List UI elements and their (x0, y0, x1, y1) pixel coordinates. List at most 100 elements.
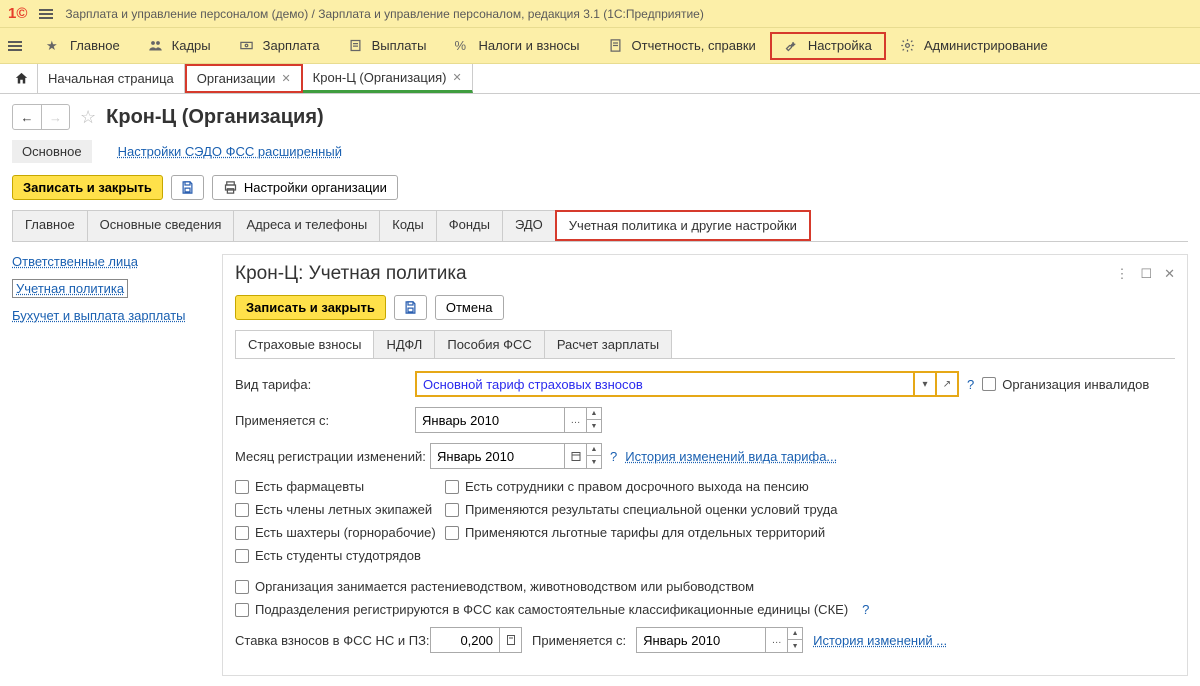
favorite-star-icon[interactable]: ☆ (80, 107, 96, 128)
home-icon[interactable] (6, 64, 37, 93)
dtab-fondy[interactable]: Фонды (436, 210, 503, 241)
calc-icon[interactable] (500, 627, 522, 653)
ptab-salary[interactable]: Расчет зарплаты (544, 330, 672, 358)
cb-students[interactable] (235, 549, 249, 563)
panel-toolbar: Записать и закрыть Отмена (223, 289, 1187, 330)
dropdown-icon[interactable]: ▾ (915, 371, 937, 397)
apply-from-combo: … ▲▼ (415, 407, 602, 433)
help-icon[interactable]: ? (610, 449, 617, 464)
forward-button[interactable]: → (41, 105, 69, 129)
reg-month-combo: ▲▼ (430, 443, 602, 469)
dtab-main[interactable]: Главное (12, 210, 88, 241)
policy-tabs: Страховые взносы НДФЛ Пособия ФСС Расчет… (235, 330, 1175, 359)
org-settings-button[interactable]: Настройки организации (212, 175, 398, 200)
dtab-osnovnye[interactable]: Основные сведения (87, 210, 235, 241)
rate-apply-input[interactable] (636, 627, 766, 653)
tab-label: Крон-Ц (Организация) (313, 70, 447, 85)
cb-agriculture[interactable] (235, 580, 249, 594)
report-icon (608, 38, 624, 54)
label-cb: Подразделения регистрируются в ФСС как с… (255, 602, 848, 617)
tariff-input[interactable] (415, 371, 915, 397)
history-tariff-link[interactable]: История изменений вида тарифа... (625, 449, 837, 464)
ptab-ndfl[interactable]: НДФЛ (373, 330, 435, 358)
menu-item-kadry[interactable]: Кадры (134, 32, 225, 60)
close-icon[interactable]: ✕ (1164, 266, 1175, 282)
panel-save-button[interactable] (394, 295, 427, 320)
menu-item-admin[interactable]: Администрирование (886, 32, 1062, 60)
spinner[interactable]: ▲▼ (587, 443, 602, 469)
menu-hamburger-icon[interactable] (8, 41, 22, 51)
form-area: Вид тарифа: ▾ ↗ ? Организация инвалидов … (223, 359, 1187, 675)
ptab-insurance[interactable]: Страховые взносы (235, 330, 374, 358)
cb-pension[interactable] (445, 480, 459, 494)
tab-organizations[interactable]: Организации ✕ (185, 64, 303, 93)
label-cb: Есть шахтеры (горнорабочие) (255, 525, 436, 540)
calendar-icon[interactable] (565, 443, 587, 469)
menu-item-zarplata[interactable]: Зарплата (225, 32, 334, 60)
help-icon[interactable]: ? (967, 377, 974, 392)
panel-cancel-button[interactable]: Отмена (435, 295, 504, 320)
gear-icon (900, 38, 916, 54)
save-close-button[interactable]: Записать и закрыть (12, 175, 163, 200)
apply-from-input[interactable] (415, 407, 565, 433)
sidebar-link-buhuchet[interactable]: Бухучет и выплата зарплаты (12, 308, 212, 323)
menu-item-nalogi[interactable]: % Налоги и взносы (440, 32, 593, 60)
panel-window-controls: ⋮ ☐ ✕ (1115, 266, 1175, 282)
logo-1c-icon: 1© (8, 5, 27, 22)
rate-combo (430, 627, 522, 653)
label-reg-month: Месяц регистрации изменений: (235, 449, 430, 464)
section-sedo-link[interactable]: Настройки СЭДО ФСС расширенный (108, 140, 352, 163)
cb-miners[interactable] (235, 526, 249, 540)
sidebar-link-responsible[interactable]: Ответственные лица (12, 254, 212, 269)
menu-item-main[interactable]: ★ Главное (32, 32, 134, 60)
spinner[interactable]: ▲▼ (587, 407, 602, 433)
maximize-icon[interactable]: ☐ (1140, 266, 1152, 282)
ptab-fss[interactable]: Пособия ФСС (434, 330, 544, 358)
dtab-policy[interactable]: Учетная политика и другие настройки (555, 210, 811, 241)
app-title: Зарплата и управление персоналом (демо) … (65, 7, 703, 21)
floppy-icon (180, 180, 195, 195)
sidebar-link-policy[interactable]: Учетная политика (12, 279, 128, 298)
rate-input[interactable] (430, 627, 500, 653)
label-rate-apply: Применяется с: (532, 633, 626, 648)
section-switch: Основное Настройки СЭДО ФСС расширенный (12, 140, 1188, 163)
dtab-edo[interactable]: ЭДО (502, 210, 556, 241)
tab-start-page[interactable]: Начальная страница (37, 64, 185, 93)
dtab-address[interactable]: Адреса и телефоны (233, 210, 380, 241)
cb-lgot[interactable] (445, 526, 459, 540)
close-icon[interactable]: ✕ (281, 72, 290, 85)
cb-pharm[interactable] (235, 480, 249, 494)
menu-label: Настройка (808, 38, 872, 53)
reg-month-input[interactable] (430, 443, 565, 469)
close-icon[interactable]: ✕ (453, 71, 462, 84)
cb-flight[interactable] (235, 503, 249, 517)
picker-icon[interactable]: … (766, 627, 788, 653)
money-icon (239, 38, 255, 54)
back-button[interactable]: ← (13, 105, 41, 129)
section-main[interactable]: Основное (12, 140, 92, 163)
save-button[interactable] (171, 175, 204, 200)
more-icon[interactable]: ⋮ (1115, 266, 1128, 282)
menu-item-vyplaty[interactable]: Выплаты (334, 32, 441, 60)
menu-label: Налоги и взносы (478, 38, 579, 53)
main-hamburger-icon[interactable] (39, 9, 53, 19)
history-changes-link[interactable]: История изменений ... (813, 633, 947, 648)
spinner[interactable]: ▲▼ (788, 627, 803, 653)
people-icon (148, 38, 164, 54)
dtab-kody[interactable]: Коды (379, 210, 436, 241)
picker-icon[interactable]: … (565, 407, 587, 433)
org-invalid-checkbox[interactable] (982, 377, 996, 391)
menu-item-otchetnost[interactable]: Отчетность, справки (594, 32, 770, 60)
cb-subdiv-fss[interactable] (235, 603, 249, 617)
panel-save-close-button[interactable]: Записать и закрыть (235, 295, 386, 320)
tab-kron-org[interactable]: Крон-Ц (Организация) ✕ (303, 64, 473, 93)
help-icon[interactable]: ? (862, 602, 869, 617)
cb-spec-eval[interactable] (445, 503, 459, 517)
print-icon (223, 180, 238, 195)
payments-icon (348, 38, 364, 54)
tariff-combo: ▾ ↗ (415, 371, 959, 397)
page-toolbar: Записать и закрыть Настройки организации (12, 175, 1188, 200)
open-ref-icon[interactable]: ↗ (937, 371, 959, 397)
page-tabs-bar: Начальная страница Организации ✕ Крон-Ц … (0, 64, 1200, 94)
menu-item-nastroika[interactable]: Настройка (770, 32, 886, 60)
